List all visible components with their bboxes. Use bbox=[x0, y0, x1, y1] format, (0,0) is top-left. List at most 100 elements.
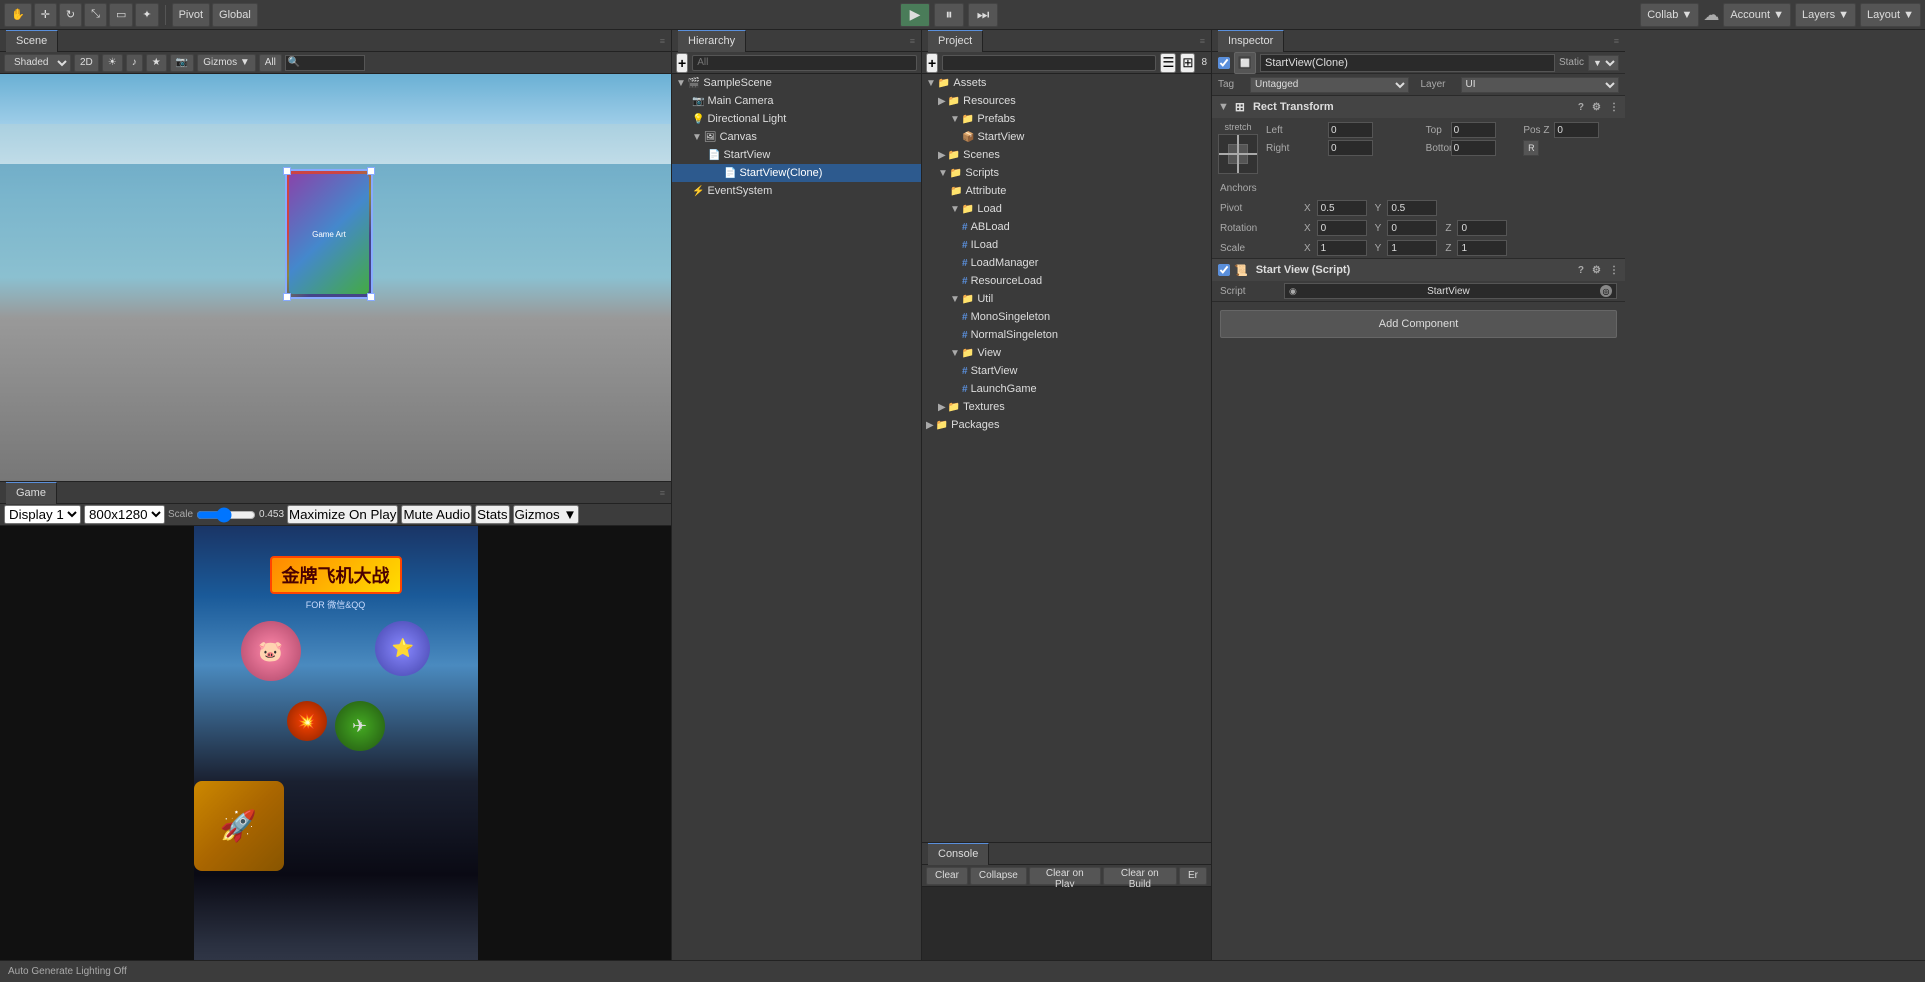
rotate-tool-btn[interactable]: ↻ bbox=[59, 3, 82, 27]
pivot-y-input[interactable] bbox=[1387, 200, 1437, 216]
scale-z-input[interactable] bbox=[1457, 240, 1507, 256]
step-btn[interactable]: ⏭ bbox=[968, 3, 998, 27]
add-component-btn[interactable]: Add Component bbox=[1220, 310, 1617, 338]
tag-select[interactable]: Untagged bbox=[1250, 77, 1409, 93]
project-add-btn[interactable]: + bbox=[926, 53, 938, 73]
reset-btn[interactable]: R bbox=[1523, 140, 1539, 156]
project-util[interactable]: ▼ 📁 Util bbox=[922, 290, 1211, 308]
script-settings-btn[interactable]: ⚙ bbox=[1592, 265, 1601, 276]
pivot-x-input[interactable] bbox=[1317, 200, 1367, 216]
project-attribute[interactable]: 📁 Attribute bbox=[922, 182, 1211, 200]
script-overflow-btn[interactable]: ⋮ bbox=[1609, 265, 1619, 276]
light-btn[interactable]: ☀ bbox=[102, 54, 123, 72]
clear-btn[interactable]: Clear bbox=[926, 867, 968, 885]
script-section-header[interactable]: 📜 Start View (Script) ? ⚙ ⋮ bbox=[1212, 259, 1625, 281]
tree-item-startviewclone[interactable]: 📄 StartView(Clone) bbox=[672, 164, 921, 182]
tree-item-startview[interactable]: 📄 StartView bbox=[672, 146, 921, 164]
hierarchy-add-btn[interactable]: + bbox=[676, 53, 688, 73]
tree-item-samplescene[interactable]: ▼ 🎬 SampleScene bbox=[672, 74, 921, 92]
project-startview-script[interactable]: # StartView bbox=[922, 362, 1211, 380]
handle-br[interactable] bbox=[367, 293, 375, 301]
project-prefabs[interactable]: ▼ 📁 Prefabs bbox=[922, 110, 1211, 128]
rot-z-input[interactable] bbox=[1457, 220, 1507, 236]
top-input[interactable] bbox=[1451, 122, 1496, 138]
collab-btn[interactable]: Collab ▼ bbox=[1640, 3, 1699, 27]
project-startview-asset[interactable]: 📦 StartView bbox=[922, 128, 1211, 146]
handle-tl[interactable] bbox=[283, 167, 291, 175]
global-btn[interactable]: Global bbox=[212, 3, 258, 27]
project-tab[interactable]: Project bbox=[928, 30, 983, 52]
fx-btn[interactable]: ★ bbox=[146, 54, 167, 72]
layers-btn[interactable]: Layers ▼ bbox=[1795, 3, 1856, 27]
maximize-on-play-btn[interactable]: Maximize On Play bbox=[287, 505, 398, 524]
error-pause-btn[interactable]: Er bbox=[1179, 867, 1207, 885]
project-loadmanager[interactable]: # LoadManager bbox=[922, 254, 1211, 272]
scene-selected-object[interactable]: Game Art bbox=[285, 169, 373, 299]
bottom-input[interactable] bbox=[1451, 140, 1496, 156]
project-textures[interactable]: ▶ 📁 Textures bbox=[922, 398, 1211, 416]
scale-tool-btn[interactable]: ⤡ bbox=[84, 3, 107, 27]
console-tab[interactable]: Console bbox=[928, 843, 989, 865]
script-info-btn[interactable]: ? bbox=[1578, 265, 1584, 276]
right-input[interactable] bbox=[1328, 140, 1373, 156]
anchor-grid[interactable] bbox=[1218, 134, 1258, 174]
resolution-select[interactable]: 800x1280 bbox=[84, 505, 165, 524]
all-btn[interactable]: All bbox=[259, 54, 282, 72]
posz-input[interactable] bbox=[1554, 122, 1599, 138]
script-select-btn[interactable]: ◎ bbox=[1600, 285, 1612, 297]
scene-cam-btn[interactable]: 📷 bbox=[170, 54, 194, 72]
project-filter-btn[interactable]: ☰ bbox=[1160, 53, 1176, 73]
project-view-btn[interactable]: ⊞ bbox=[1180, 53, 1195, 73]
static-select[interactable]: ▼ bbox=[1588, 55, 1619, 71]
script-active-checkbox[interactable] bbox=[1218, 264, 1230, 276]
hand-tool-btn[interactable]: ✋ bbox=[4, 3, 32, 27]
tree-item-canvas[interactable]: ▼ 🖼 Canvas bbox=[672, 128, 921, 146]
project-load[interactable]: ▼ 📁 Load bbox=[922, 200, 1211, 218]
project-packages[interactable]: ▶ 📁 Packages bbox=[922, 416, 1211, 434]
object-name-field[interactable] bbox=[1260, 54, 1555, 72]
rect-tool-btn[interactable]: ▭ bbox=[109, 3, 133, 27]
rt-info-btn[interactable]: ? bbox=[1578, 102, 1584, 113]
scale-y-input[interactable] bbox=[1387, 240, 1437, 256]
tree-item-eventsystem[interactable]: ⚡ EventSystem bbox=[672, 182, 921, 200]
rect-transform-header[interactable]: ▼ ⊞ Rect Transform ? ⚙ ⋮ bbox=[1212, 96, 1625, 118]
clear-on-build-btn[interactable]: Clear on Build bbox=[1103, 867, 1177, 885]
scene-search[interactable]: 🔍 bbox=[285, 55, 365, 71]
project-scenes[interactable]: ▶ 📁 Scenes bbox=[922, 146, 1211, 164]
pause-btn[interactable]: ⏸ bbox=[934, 3, 964, 27]
mute-audio-btn[interactable]: Mute Audio bbox=[401, 505, 472, 524]
scale-x-input[interactable] bbox=[1317, 240, 1367, 256]
move-tool-btn[interactable]: ✛ bbox=[34, 3, 57, 27]
hierarchy-tab[interactable]: Hierarchy bbox=[678, 30, 746, 52]
project-resourceload[interactable]: # ResourceLoad bbox=[922, 272, 1211, 290]
handle-tr[interactable] bbox=[367, 167, 375, 175]
project-iload[interactable]: # ILoad bbox=[922, 236, 1211, 254]
layout-btn[interactable]: Layout ▼ bbox=[1860, 3, 1921, 27]
audio-btn[interactable]: ♪ bbox=[126, 54, 143, 72]
tree-item-maincamera[interactable]: 📷 Main Camera bbox=[672, 92, 921, 110]
project-assets[interactable]: ▼ 📁 Assets bbox=[922, 74, 1211, 92]
layer-select[interactable]: UI bbox=[1461, 77, 1620, 93]
project-resources[interactable]: ▶ 📁 Resources bbox=[922, 92, 1211, 110]
rt-settings-btn[interactable]: ⚙ bbox=[1592, 102, 1601, 113]
pivot-btn[interactable]: Pivot bbox=[172, 3, 210, 27]
collapse-btn[interactable]: Collapse bbox=[970, 867, 1027, 885]
project-abload[interactable]: # ABLoad bbox=[922, 218, 1211, 236]
transform-tool-btn[interactable]: ✦ bbox=[135, 3, 158, 27]
handle-bl[interactable] bbox=[283, 293, 291, 301]
game-gizmos-btn[interactable]: Gizmos ▼ bbox=[513, 505, 579, 524]
display-select[interactable]: Display 1 bbox=[4, 505, 81, 524]
gizmos-btn[interactable]: Gizmos ▼ bbox=[197, 54, 256, 72]
game-tab[interactable]: Game bbox=[6, 482, 57, 504]
account-btn[interactable]: Account ▼ bbox=[1723, 3, 1791, 27]
rt-overflow-btn[interactable]: ⋮ bbox=[1609, 102, 1619, 113]
stats-btn[interactable]: Stats bbox=[475, 505, 509, 524]
project-search[interactable] bbox=[942, 55, 1156, 71]
project-launchgame[interactable]: # LaunchGame bbox=[922, 380, 1211, 398]
rot-y-input[interactable] bbox=[1387, 220, 1437, 236]
project-view[interactable]: ▼ 📁 View bbox=[922, 344, 1211, 362]
inspector-tab[interactable]: Inspector bbox=[1218, 30, 1284, 52]
play-btn[interactable]: ▶ bbox=[900, 3, 930, 27]
rot-x-input[interactable] bbox=[1317, 220, 1367, 236]
project-normalsingeleton[interactable]: # NormalSingeleton bbox=[922, 326, 1211, 344]
